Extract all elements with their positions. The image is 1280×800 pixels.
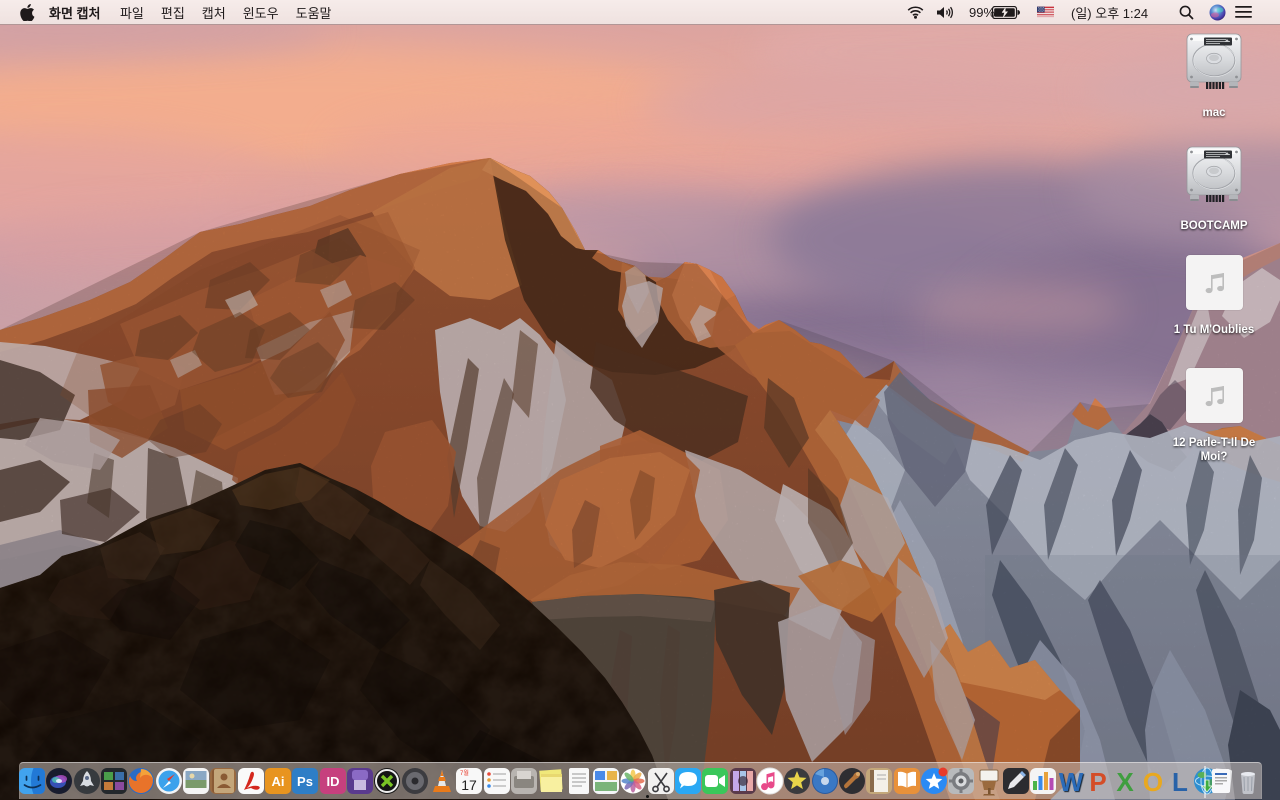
svg-text:17: 17: [461, 777, 477, 793]
svg-text:W: W: [1058, 767, 1083, 796]
svg-text:Ai: Ai: [271, 774, 284, 789]
svg-text:X: X: [1117, 767, 1135, 796]
svg-text:7월: 7월: [460, 769, 469, 777]
svg-text:Ps: Ps: [297, 774, 313, 789]
svg-text:L: L: [1172, 767, 1188, 796]
svg-text:P: P: [1089, 767, 1106, 796]
svg-text:O: O: [1142, 767, 1162, 796]
svg-text:ID: ID: [326, 774, 339, 789]
